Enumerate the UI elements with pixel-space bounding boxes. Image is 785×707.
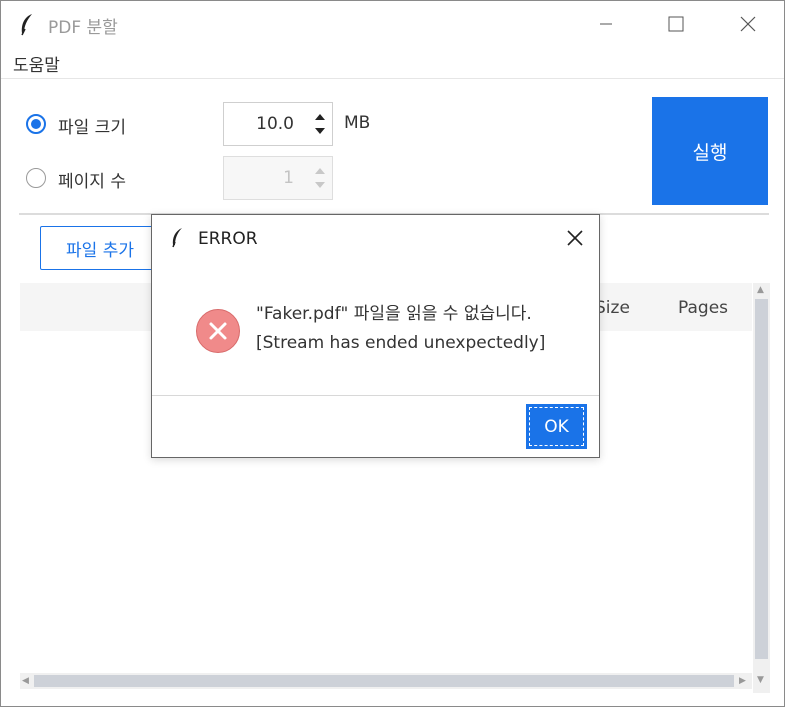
file-size-radio[interactable] — [26, 114, 46, 134]
horizontal-scrollbar[interactable]: ◀ ▶ — [20, 673, 752, 689]
file-size-unit: MB — [344, 113, 371, 133]
page-count-radio[interactable] — [26, 168, 46, 188]
menu-help[interactable]: 도움말 — [13, 51, 60, 76]
error-detail: [Stream has ended unexpectedly] — [256, 333, 546, 353]
minimize-icon — [600, 23, 612, 25]
add-file-button[interactable]: 파일 추가 — [40, 226, 160, 270]
error-icon — [196, 309, 240, 353]
title-bar[interactable]: PDF 분할 — [1, 1, 784, 47]
scroll-down-icon[interactable]: ▼ — [757, 675, 764, 685]
minimize-button[interactable] — [571, 1, 641, 47]
vertical-scroll-thumb[interactable] — [755, 299, 768, 659]
column-size[interactable]: Size — [595, 298, 630, 318]
page-count-spinbox[interactable]: 1 — [223, 156, 333, 200]
error-message: "Faker.pdf" 파일을 읽을 수 없습니다. — [256, 304, 532, 324]
spin-arrows-icon — [315, 168, 325, 188]
scroll-left-icon[interactable]: ◀ — [22, 676, 29, 686]
page-count-label: 페이지 수 — [58, 172, 126, 192]
file-size-label: 파일 크기 — [58, 118, 126, 138]
menu-divider — [1, 78, 784, 79]
maximize-button[interactable] — [641, 1, 711, 47]
ok-button[interactable]: OK — [526, 404, 587, 449]
horizontal-scroll-thumb[interactable] — [34, 675, 734, 687]
window-title: PDF 분할 — [48, 18, 118, 38]
file-size-value[interactable]: 10.0 — [256, 114, 294, 134]
close-icon — [740, 16, 756, 32]
spin-arrows-icon[interactable] — [312, 109, 328, 139]
close-window-button[interactable] — [713, 1, 783, 47]
page-count-value: 1 — [283, 168, 294, 188]
vertical-scrollbar[interactable]: ▲ ▼ — [753, 283, 770, 693]
menu-bar: 도움말 — [1, 49, 784, 77]
dialog-title: ERROR — [198, 229, 258, 249]
scroll-right-icon[interactable]: ▶ — [739, 676, 746, 686]
feather-icon — [172, 228, 182, 248]
column-pages[interactable]: Pages — [678, 298, 728, 318]
maximize-icon — [668, 16, 684, 32]
file-size-spinbox[interactable]: 10.0 — [223, 102, 333, 146]
error-dialog: ERROR "Faker.pdf" 파일을 읽을 수 없습니다. [Stream… — [151, 214, 600, 458]
run-button[interactable]: 실행 — [652, 97, 768, 205]
scroll-up-icon[interactable]: ▲ — [757, 285, 764, 295]
feather-icon — [21, 14, 32, 36]
dialog-close-icon[interactable] — [564, 227, 586, 249]
